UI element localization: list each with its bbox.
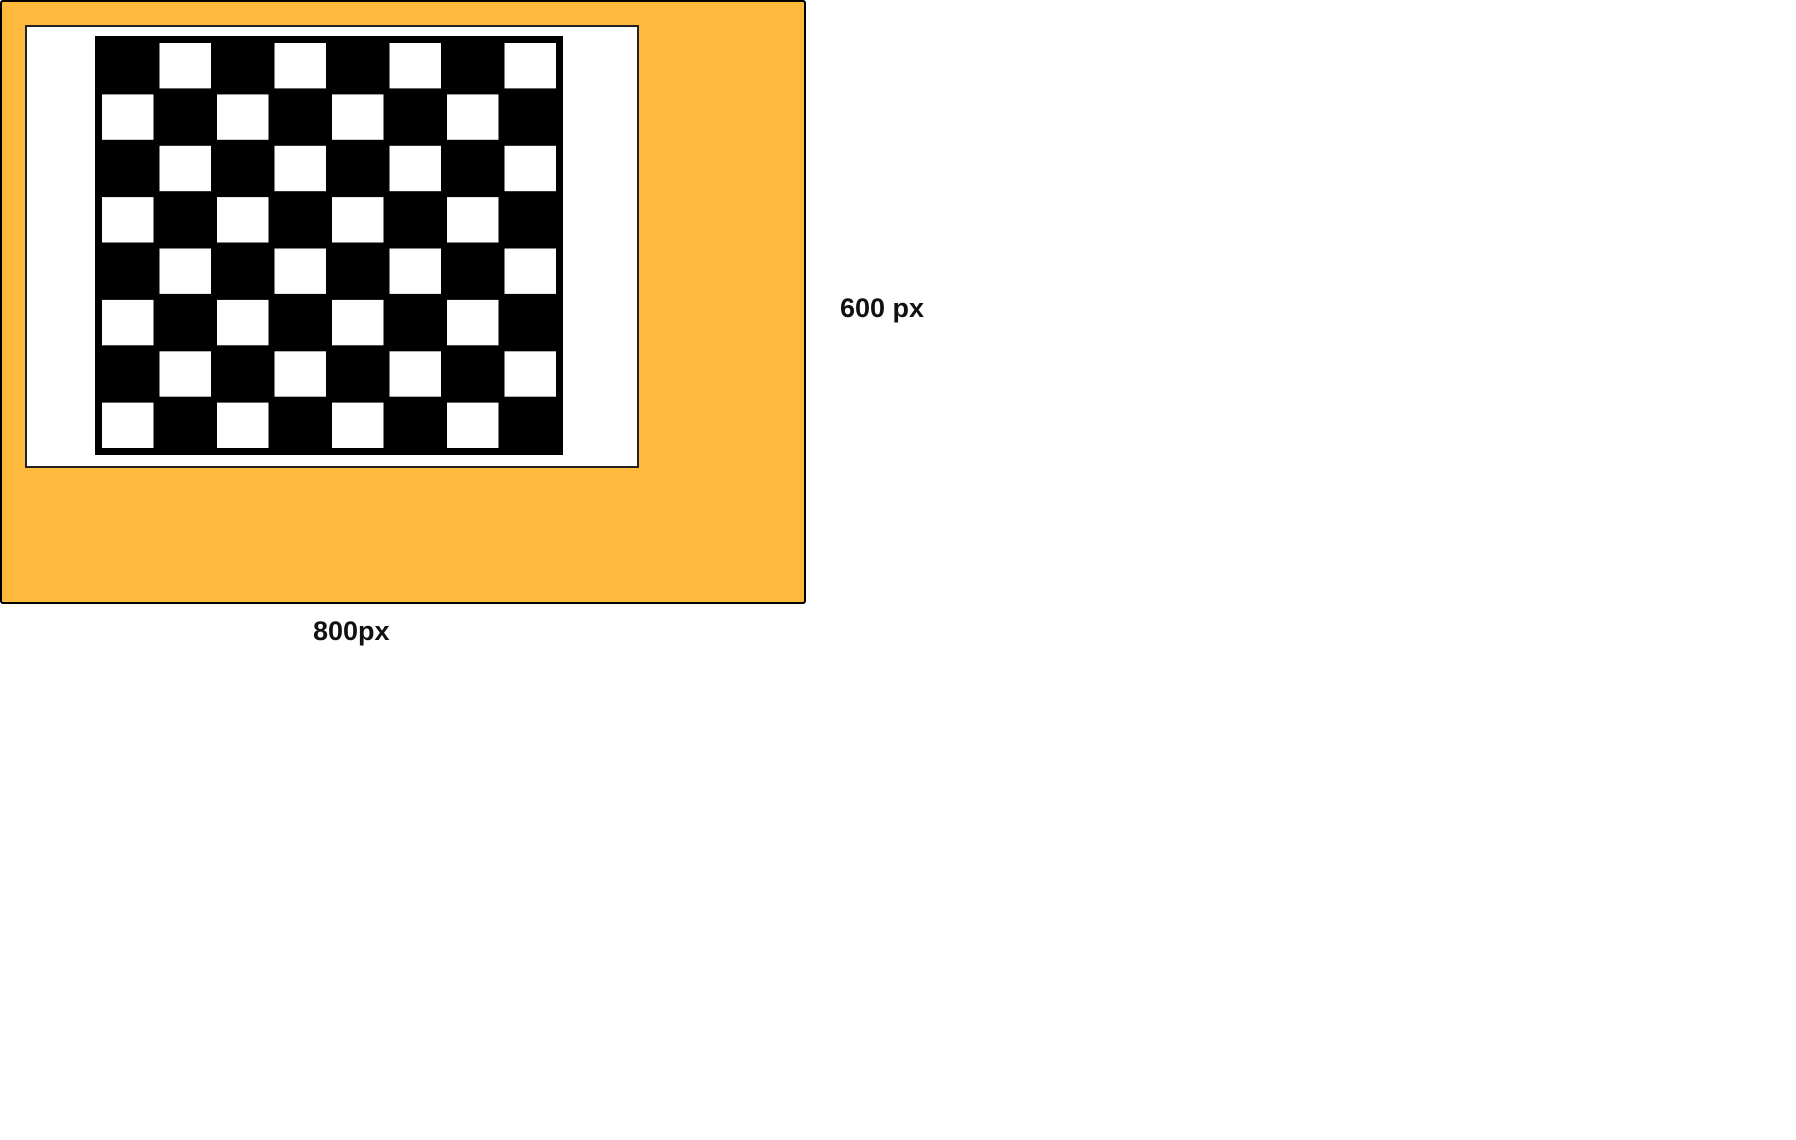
board-cell-light [389, 145, 441, 192]
board-cell-light [274, 145, 326, 192]
board-cell-dark [217, 248, 269, 294]
height-dimension-label: 600 px [840, 293, 925, 323]
board-cell-dark [447, 145, 499, 192]
board-cell-light [504, 145, 556, 192]
board-cell-light [504, 351, 556, 397]
board-cell-light [217, 402, 269, 448]
board-cell-dark [504, 299, 556, 346]
checkerboard-grid [99, 40, 559, 451]
board-cell-dark [102, 351, 154, 397]
board-cell-dark [389, 197, 441, 243]
board-cell-light [274, 351, 326, 397]
board-cell-light [389, 351, 441, 397]
board-cell-light [389, 43, 441, 89]
board-cell-light [102, 299, 154, 346]
board-cell-dark [447, 248, 499, 294]
board-cell-light [274, 43, 326, 89]
board-cell-dark [217, 43, 269, 89]
board-cell-light [102, 197, 154, 243]
board-cell-light [447, 94, 499, 140]
board-cell-light [332, 94, 384, 140]
board-cell-dark [332, 351, 384, 397]
board-cell-dark [504, 94, 556, 140]
board-cell-dark [159, 94, 211, 140]
board-cell-dark [332, 145, 384, 192]
board-cell-light [102, 402, 154, 448]
board-cell-light [447, 402, 499, 448]
checkerboard [95, 36, 563, 455]
board-cell-dark [504, 197, 556, 243]
diagram-canvas: 600 px 800px [0, 0, 1796, 1140]
board-cell-dark [217, 351, 269, 397]
board-cell-dark [274, 197, 326, 243]
board-cell-light [332, 197, 384, 243]
board-cell-dark [447, 43, 499, 89]
board-cell-dark [102, 145, 154, 192]
board-cell-light [504, 43, 556, 89]
board-cell-light [389, 248, 441, 294]
board-cell-dark [159, 299, 211, 346]
board-cell-dark [332, 43, 384, 89]
board-cell-light [217, 299, 269, 346]
board-cell-light [159, 248, 211, 294]
board-cell-dark [332, 248, 384, 294]
board-cell-dark [274, 94, 326, 140]
board-cell-light [159, 145, 211, 192]
board-cell-dark [389, 402, 441, 448]
board-cell-dark [447, 351, 499, 397]
board-cell-light [159, 351, 211, 397]
board-cell-light [447, 197, 499, 243]
board-cell-light [217, 197, 269, 243]
board-cell-dark [159, 197, 211, 243]
board-cell-dark [102, 43, 154, 89]
board-cell-light [447, 299, 499, 346]
board-cell-light [504, 248, 556, 294]
board-cell-light [274, 248, 326, 294]
board-cell-light [102, 94, 154, 140]
board-cell-dark [274, 299, 326, 346]
board-cell-dark [217, 145, 269, 192]
board-cell-dark [389, 94, 441, 140]
board-cell-light [159, 43, 211, 89]
board-cell-dark [274, 402, 326, 448]
board-cell-light [332, 299, 384, 346]
board-cell-dark [159, 402, 211, 448]
board-cell-dark [102, 248, 154, 294]
board-cell-dark [389, 299, 441, 346]
width-dimension-label: 800px [313, 616, 390, 646]
board-cell-dark [504, 402, 556, 448]
board-cell-light [217, 94, 269, 140]
board-cell-light [332, 402, 384, 448]
